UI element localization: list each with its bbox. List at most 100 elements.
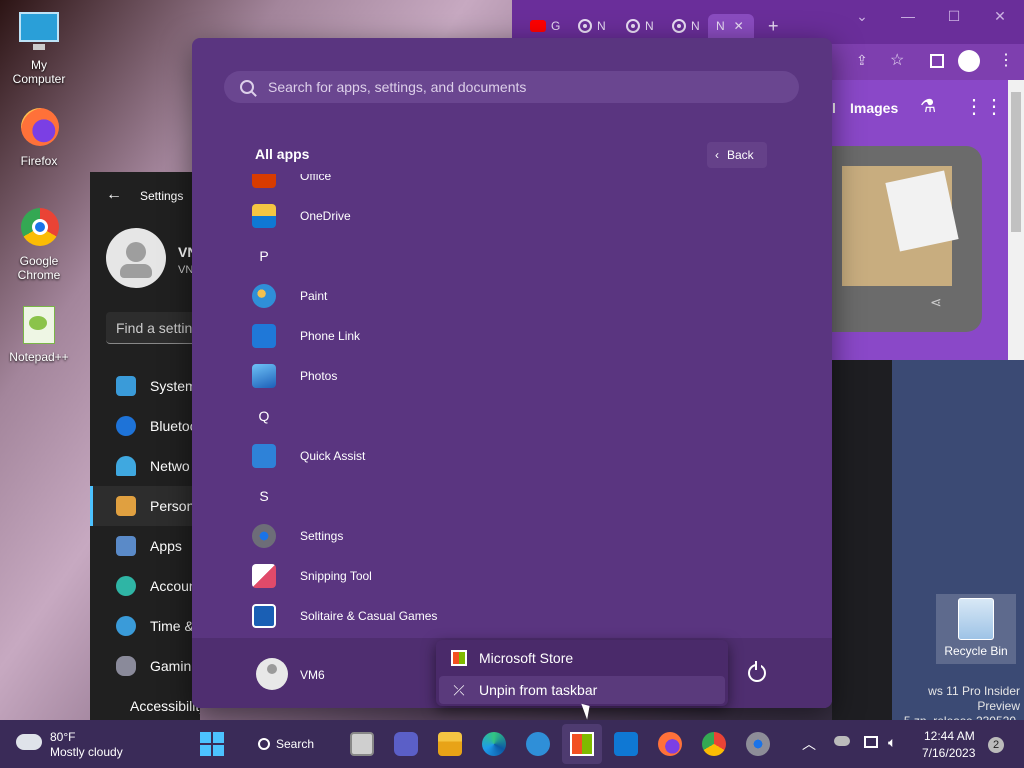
menu-item-microsoft-store[interactable]: Microsoft Store bbox=[439, 644, 725, 672]
tab-chrome-2[interactable]: N bbox=[618, 14, 662, 38]
back-button[interactable]: ‹ Back bbox=[707, 142, 767, 168]
tab-label: N bbox=[691, 19, 700, 33]
nav-label: Netwo bbox=[150, 458, 190, 474]
settings-nav-system[interactable]: System bbox=[90, 366, 200, 406]
settings-window[interactable]: ← Settings VN VN Find a settin System Bl… bbox=[90, 172, 200, 720]
tab-youtube[interactable]: G bbox=[522, 14, 566, 38]
app-item-office[interactable]: Office bbox=[252, 174, 772, 196]
settings-nav-gaming[interactable]: Gamin bbox=[90, 646, 200, 686]
app-item-quick-assist[interactable]: Quick Assist bbox=[252, 436, 772, 476]
desktop-icon-recycle-bin[interactable]: Recycle Bin bbox=[936, 594, 1016, 664]
share-icon[interactable]: ⇪ bbox=[856, 52, 868, 69]
settings-search-input[interactable]: Find a settin bbox=[106, 312, 200, 344]
sidepanel-icon[interactable] bbox=[930, 54, 944, 68]
menu-item-unpin[interactable]: ⤫ Unpin from taskbar bbox=[439, 676, 725, 704]
paint-icon[interactable] bbox=[526, 732, 550, 756]
monitor-icon bbox=[17, 10, 61, 54]
app-item-paint[interactable]: Paint bbox=[252, 276, 772, 316]
share-icon[interactable]: ⋖ bbox=[930, 294, 942, 311]
letter-label: S bbox=[259, 488, 269, 504]
start-search-input[interactable]: Search for apps, settings, and documents bbox=[224, 71, 799, 103]
app-label: Quick Assist bbox=[300, 449, 366, 463]
menu-dots-icon[interactable]: ⋮ bbox=[998, 50, 1014, 70]
minimize-button[interactable]: — bbox=[898, 8, 918, 24]
desktop-icon-my-computer[interactable]: My Computer bbox=[4, 10, 74, 86]
desktop-icon-firefox[interactable]: Firefox bbox=[4, 106, 74, 168]
task-view-icon[interactable] bbox=[350, 732, 374, 756]
chevron-up-icon[interactable]: ︿ bbox=[802, 734, 816, 754]
back-arrow-icon[interactable]: ← bbox=[106, 186, 122, 204]
notification-badge[interactable]: 2 bbox=[988, 737, 1004, 753]
letter-header-s[interactable]: S bbox=[252, 476, 772, 516]
user-avatar[interactable] bbox=[256, 658, 288, 690]
chrome-icon bbox=[626, 19, 640, 33]
user-sub: VN bbox=[178, 264, 194, 276]
onedrive-tray-icon[interactable] bbox=[834, 736, 850, 746]
notepadpp-icon bbox=[17, 302, 61, 346]
settings-nav-bluetooth[interactable]: Bluetoo bbox=[90, 406, 200, 446]
chrome-icon[interactable] bbox=[702, 732, 726, 756]
nav-label: Accoun bbox=[150, 578, 197, 594]
tab-chrome-1[interactable]: N bbox=[570, 14, 614, 38]
weather-widget[interactable]: 80°F Mostly cloudy bbox=[16, 728, 166, 760]
app-item-onedrive[interactable]: OneDrive bbox=[252, 196, 772, 236]
weather-temp: 80°F bbox=[50, 730, 76, 744]
edge-icon[interactable] bbox=[482, 732, 506, 756]
clock-date[interactable]: 7/16/2023 bbox=[922, 746, 975, 760]
user-name[interactable]: VM6 bbox=[300, 668, 325, 682]
teams-icon[interactable] bbox=[394, 732, 418, 756]
settings-nav-accessibility[interactable]: Accessibility bbox=[90, 686, 200, 720]
star-icon[interactable]: ☆ bbox=[890, 50, 904, 70]
settings-nav-accounts[interactable]: Accoun bbox=[90, 566, 200, 606]
search-button[interactable]: Search bbox=[250, 730, 330, 758]
maximize-button[interactable]: ☐ bbox=[944, 8, 964, 24]
doodle-image[interactable]: ⋖ bbox=[832, 146, 982, 332]
windows-start-button[interactable] bbox=[200, 732, 224, 756]
onedrive-icon bbox=[252, 204, 276, 228]
images-link[interactable]: Images bbox=[850, 100, 898, 116]
bluetooth-icon bbox=[116, 416, 136, 436]
recycle-bin-label: Recycle Bin bbox=[944, 644, 1008, 658]
profile-icon[interactable] bbox=[958, 50, 980, 72]
file-explorer-icon[interactable] bbox=[438, 732, 462, 756]
app-item-photos[interactable]: Photos bbox=[252, 356, 772, 396]
firefox-icon[interactable] bbox=[658, 732, 682, 756]
mail-icon[interactable] bbox=[614, 732, 638, 756]
app-label: Solitaire & Casual Games bbox=[300, 609, 438, 623]
tab-chrome-3[interactable]: N bbox=[664, 14, 708, 38]
app-item-snipping-tool[interactable]: Snipping Tool bbox=[252, 556, 772, 596]
app-item-settings[interactable]: Settings bbox=[252, 516, 772, 556]
volume-icon[interactable]: 🔈︎ bbox=[888, 734, 896, 751]
settings-gear-icon[interactable] bbox=[746, 732, 770, 756]
settings-nav-apps[interactable]: Apps bbox=[90, 526, 200, 566]
gamepad-icon bbox=[116, 656, 136, 676]
settings-nav-network[interactable]: Netwo bbox=[90, 446, 200, 486]
network-icon[interactable] bbox=[864, 736, 878, 748]
start-menu[interactable]: Search for apps, settings, and documents… bbox=[192, 38, 832, 708]
app-label: Photos bbox=[300, 369, 338, 383]
settings-nav-time[interactable]: Time & bbox=[90, 606, 200, 646]
tab-label: G bbox=[551, 19, 561, 33]
desktop-icon-notepadpp[interactable]: Notepad++ bbox=[4, 302, 74, 364]
search-icon bbox=[240, 80, 254, 94]
nav-label: Time & bbox=[150, 618, 194, 634]
menu-item-label: Microsoft Store bbox=[479, 650, 574, 666]
store-taskbar-button[interactable] bbox=[562, 724, 602, 764]
close-window-button[interactable]: ✕ bbox=[990, 8, 1010, 24]
chrome-scrollbar[interactable] bbox=[1008, 80, 1024, 360]
app-item-phone-link[interactable]: Phone Link bbox=[252, 316, 772, 356]
power-icon[interactable] bbox=[748, 661, 766, 682]
letter-header-p[interactable]: P bbox=[252, 236, 772, 276]
clock-time[interactable]: 12:44 AM bbox=[924, 729, 975, 743]
cards-icon bbox=[252, 604, 276, 628]
new-tab-button[interactable]: + bbox=[764, 14, 808, 38]
google-page: l Images ⚗ ⋮⋮⋮ ⋖ bbox=[832, 80, 1024, 360]
close-icon[interactable]: ✕ bbox=[734, 19, 744, 33]
labs-icon[interactable]: ⚗ bbox=[920, 96, 936, 117]
desktop-icon-chrome[interactable]: Google Chrome bbox=[4, 206, 74, 282]
chevron-down-icon[interactable]: ⌄ bbox=[852, 8, 872, 24]
settings-nav-personalization[interactable]: Person bbox=[90, 486, 200, 526]
letter-header-q[interactable]: Q bbox=[252, 396, 772, 436]
tab-active[interactable]: N ✕ bbox=[708, 14, 754, 38]
app-item-solitaire[interactable]: Solitaire & Casual Games bbox=[252, 596, 772, 636]
